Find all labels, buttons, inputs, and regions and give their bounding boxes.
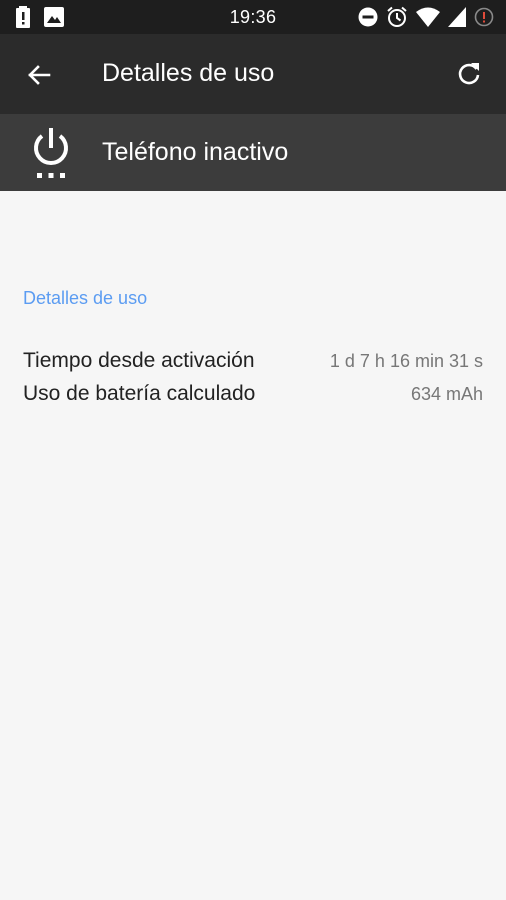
back-button[interactable] [22, 58, 56, 92]
status-right-icons [358, 6, 494, 28]
app-header: Teléfono inactivo [0, 114, 506, 191]
section-title: Detalles de uso [23, 288, 148, 308]
details-content: Detalles de uso Tiempo desde activación … [0, 191, 506, 900]
wifi-icon [416, 7, 440, 27]
detail-row-active-time: Tiempo desde activación 1 d 7 h 16 min 3… [23, 349, 483, 377]
detail-value: 1 d 7 h 16 min 31 s [329, 351, 483, 371]
detail-label: Tiempo desde activación [23, 349, 255, 372]
page-title: Detalles de uso [102, 59, 275, 87]
detail-row-battery-usage: Uso de batería calculado 634 mAh [23, 382, 483, 410]
signal-icon [448, 7, 466, 27]
do-not-disturb-icon [358, 7, 378, 27]
alert-circle-icon [474, 7, 494, 27]
refresh-button[interactable] [452, 58, 486, 92]
alarm-icon [386, 6, 408, 28]
status-bar: 19:36 [0, 0, 506, 34]
arrow-back-icon [28, 65, 51, 85]
power-standby-icon [28, 126, 74, 182]
detail-value: 634 mAh [410, 384, 483, 404]
app-bar: Detalles de uso [0, 34, 506, 114]
detail-label: Uso de batería calculado [23, 382, 256, 405]
refresh-icon [458, 63, 480, 85]
header-title: Teléfono inactivo [102, 138, 289, 166]
